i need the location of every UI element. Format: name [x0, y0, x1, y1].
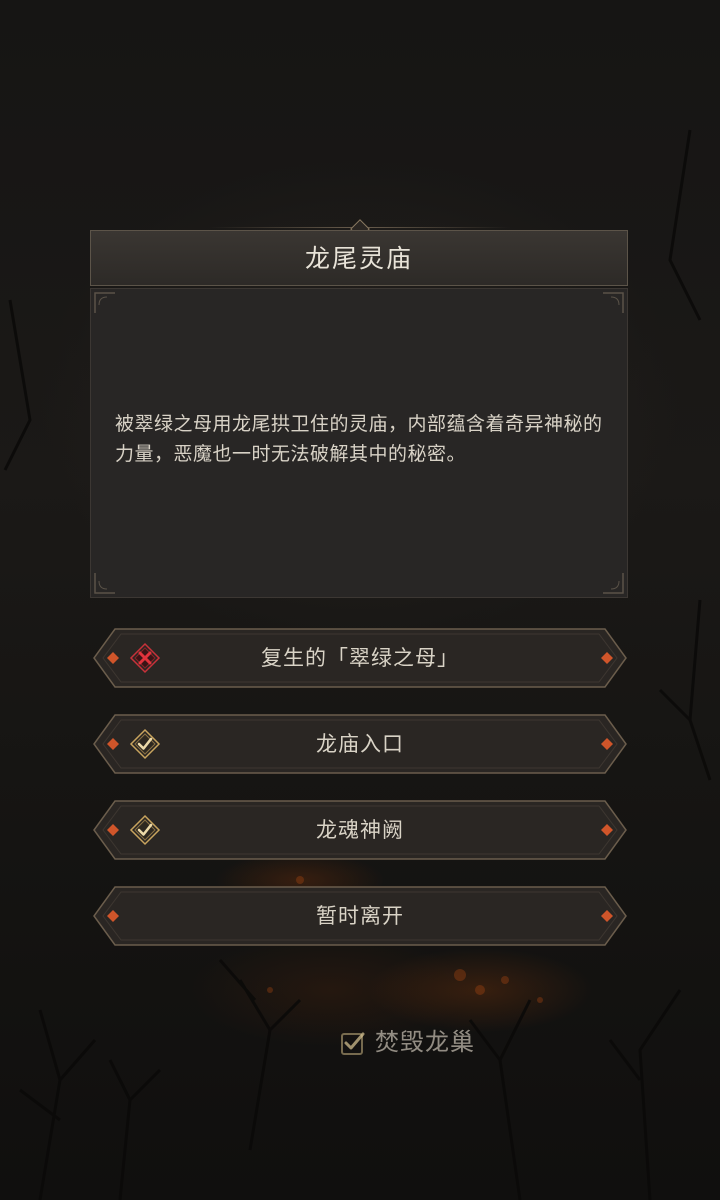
option-label: 暂时离开 [316, 904, 404, 928]
option-label: 龙庙入口 [316, 732, 404, 756]
checkbox-checked-icon [341, 1032, 365, 1055]
corner-ornament-icon [94, 292, 115, 313]
option-button-revived-mother[interactable]: 复生的「翠绿之母」 [93, 628, 627, 688]
game-scene: 龙尾灵庙 被翠绿之母用龙尾拱卫住的灵庙，内部蕴含着奇异神秘的力量，恶魔也一时无法… [0, 0, 720, 1200]
quest-hint-label: 焚毁龙巢 [375, 1028, 475, 1056]
option-label: 龙魂神阙 [316, 818, 404, 842]
background-art [3, 129, 712, 1200]
corner-ornament-icon [94, 573, 115, 594]
corner-ornament-icon [603, 292, 624, 313]
option-button-dragon-soul-gate[interactable]: 龙魂神阙 [93, 800, 627, 860]
option-label: 复生的「翠绿之母」 [261, 646, 459, 670]
corner-ornament-icon [603, 573, 624, 594]
panel-description: 被翠绿之母用龙尾拱卫住的灵庙，内部蕴含着奇异神秘的力量，恶魔也一时无法破解其中的… [115, 413, 603, 465]
location-info-panel: 龙尾灵庙 被翠绿之母用龙尾拱卫住的灵庙，内部蕴含着奇异神秘的力量，恶魔也一时无法… [90, 219, 630, 598]
option-button-temple-entrance[interactable]: 龙庙入口 [93, 714, 627, 774]
panel-body: 被翠绿之母用龙尾拱卫住的灵庙，内部蕴含着奇异神秘的力量，恶魔也一时无法破解其中的… [90, 288, 628, 598]
panel-title-bar: 龙尾灵庙 [90, 230, 628, 286]
option-button-leave[interactable]: 暂时离开 [93, 886, 627, 946]
panel-title: 龙尾灵庙 [304, 244, 413, 273]
